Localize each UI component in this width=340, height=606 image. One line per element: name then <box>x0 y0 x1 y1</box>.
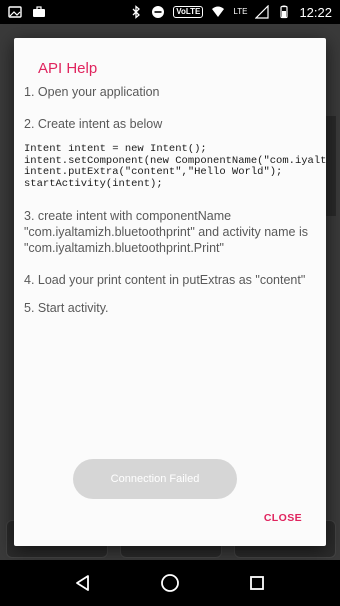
battery-icon <box>277 5 291 19</box>
toast-message: Connection Failed <box>73 459 237 499</box>
home-icon[interactable] <box>160 573 180 593</box>
clock: 12:22 <box>299 4 332 20</box>
step-2: 2. Create intent as below <box>24 117 163 131</box>
dialog-title: API Help <box>38 60 98 77</box>
do-not-disturb-icon <box>151 5 165 19</box>
close-button[interactable]: CLOSE <box>264 512 302 524</box>
step-5: 5. Start activity. <box>24 301 109 315</box>
step-1: 1. Open your application <box>24 85 160 99</box>
code-line: Intent intent = new Intent(); <box>24 144 207 155</box>
lte-label: LTE <box>233 7 248 16</box>
background-panel <box>326 116 336 216</box>
code-line: intent.putExtra("content","Hello World")… <box>24 166 283 178</box>
navigation-bar <box>0 560 340 606</box>
volte-badge: VoLTE <box>173 6 204 18</box>
wifi-icon <box>211 5 225 19</box>
step-3: 3. create intent with componentName "com… <box>24 209 309 255</box>
back-icon[interactable] <box>73 573 93 593</box>
step-4: 4. Load your print content in putExtras … <box>24 273 306 287</box>
code-line: startActivity(intent); <box>24 177 163 190</box>
code-block: Intent intent = new Intent(); intent.set… <box>24 144 326 190</box>
screen: VoLTE LTE 12:22 API Help 1. Open your ap… <box>0 0 340 606</box>
status-bar: VoLTE LTE 12:22 <box>0 0 340 24</box>
recents-icon[interactable] <box>247 573 267 593</box>
gallery-icon <box>8 5 22 19</box>
signal-icon <box>255 5 270 19</box>
briefcase-icon <box>32 5 46 19</box>
bluetooth-icon <box>129 5 143 19</box>
api-help-dialog: API Help 1. Open your application 2. Cre… <box>14 38 326 546</box>
